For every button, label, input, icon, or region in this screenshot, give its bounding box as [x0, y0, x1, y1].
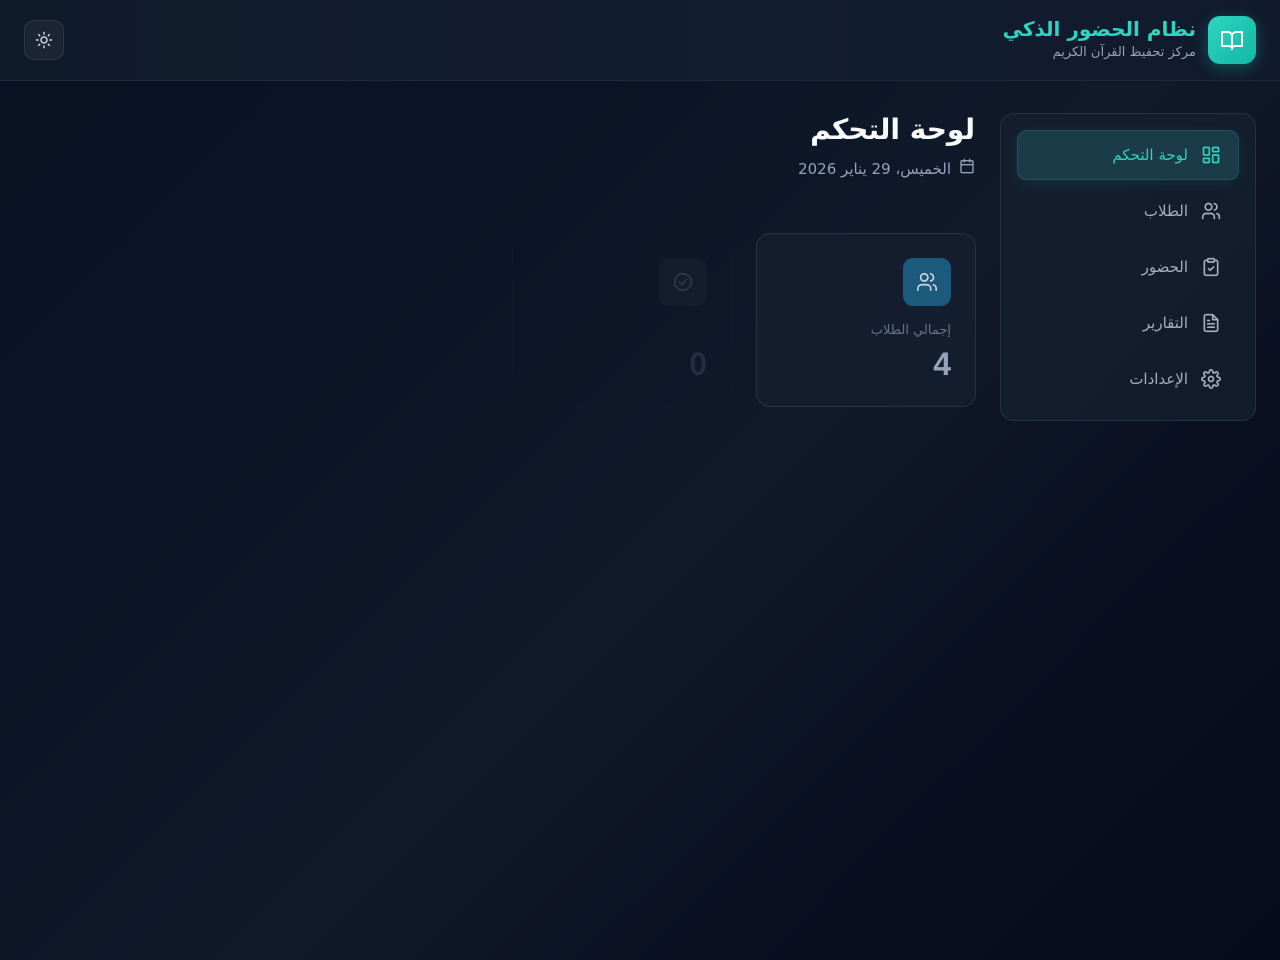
- calendar-icon: [959, 158, 975, 179]
- sidebar-item-dashboard[interactable]: لوحة التحكم: [1017, 130, 1239, 180]
- sidebar-item-label: الحضور: [1141, 258, 1188, 276]
- stat-value: 0: [689, 346, 707, 382]
- stat-label: إجمالي الطلاب: [870, 323, 951, 338]
- sidebar-item-label: الطلاب: [1143, 202, 1188, 220]
- date-text: الخميس، 29 يناير 2026: [798, 159, 951, 178]
- stat-card-total-students: إجمالي الطلاب 4: [756, 233, 976, 407]
- book-open-icon: [1208, 16, 1256, 64]
- brand: نظام الحضور الذكي مركز تحفيظ القرآن الكر…: [1003, 14, 1196, 62]
- sidebar-item-label: لوحة التحكم: [1112, 146, 1188, 164]
- users-icon: [1200, 200, 1222, 222]
- check-circle-icon: [659, 258, 707, 306]
- stat-value: 4: [933, 346, 951, 382]
- page-date: الخميس، 29 يناير 2026: [798, 158, 975, 179]
- page-title: لوحة التحكم: [810, 113, 975, 146]
- sidebar-item-reports[interactable]: التقارير: [1017, 298, 1239, 348]
- dashboard-grid-icon: [1200, 144, 1222, 166]
- top-header: نظام الحضور الذكي مركز تحفيظ القرآن الكر…: [0, 0, 1280, 81]
- sidebar-item-students[interactable]: الطلاب: [1017, 186, 1239, 236]
- sidebar-item-label: التقارير: [1142, 314, 1188, 332]
- theme-toggle-button[interactable]: [24, 20, 64, 60]
- sidebar-item-attendance[interactable]: الحضور: [1017, 242, 1239, 292]
- sidebar: لوحة التحكم الطلاب الحضور التقارير الإعد…: [1000, 113, 1256, 421]
- settings-gear-icon: [1200, 368, 1222, 390]
- sidebar-item-label: الإعدادات: [1129, 370, 1188, 388]
- sidebar-item-settings[interactable]: الإعدادات: [1017, 354, 1239, 404]
- sun-icon: [35, 31, 53, 49]
- users-icon: [903, 258, 951, 306]
- stat-card-attendance: 0: [512, 233, 732, 407]
- file-text-icon: [1200, 312, 1222, 334]
- clipboard-check-icon: [1200, 256, 1222, 278]
- app-title: نظام الحضور الذكي: [1002, 17, 1196, 41]
- app-subtitle: مركز تحفيظ القرآن الكريم: [1052, 45, 1196, 60]
